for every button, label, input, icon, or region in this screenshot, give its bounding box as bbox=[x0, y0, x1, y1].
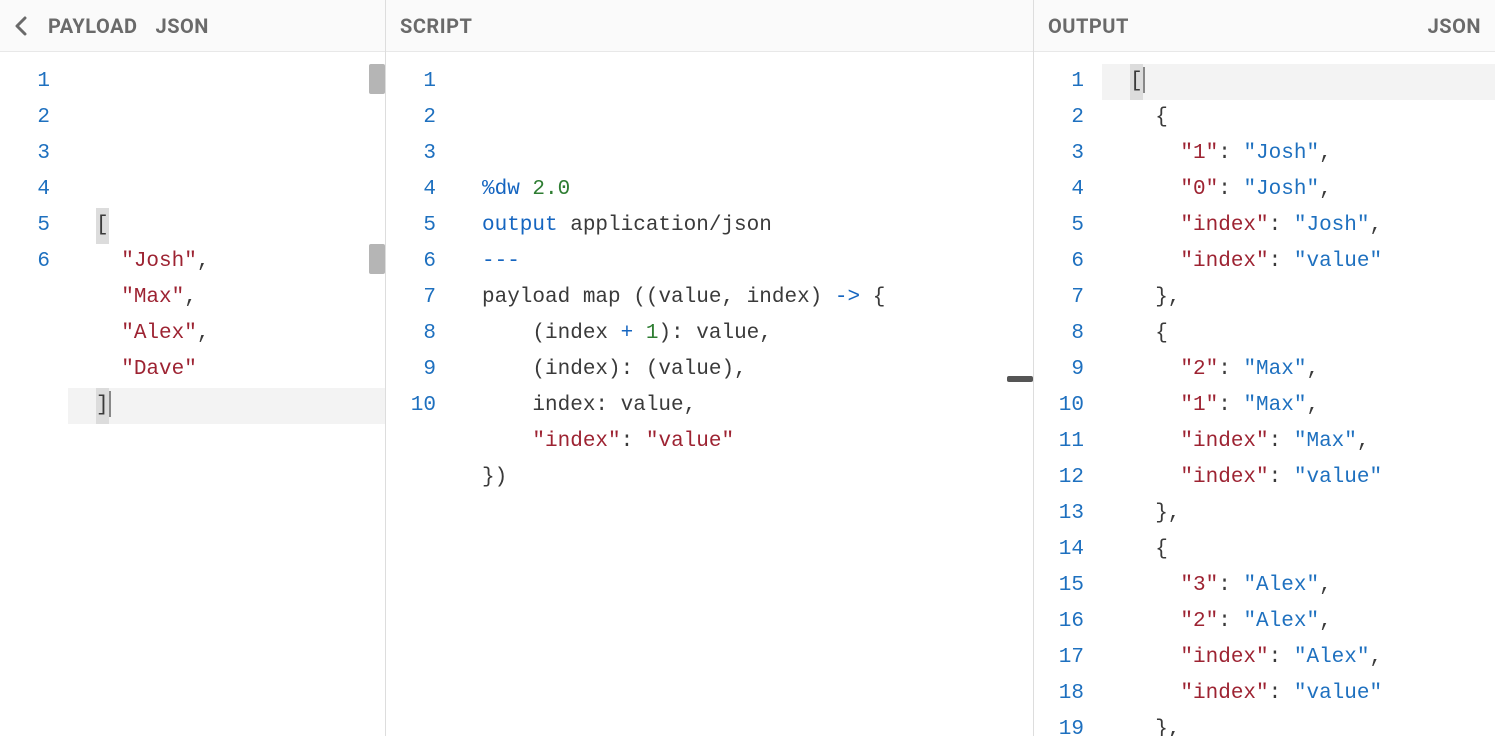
back-icon[interactable] bbox=[14, 16, 28, 36]
code-line[interactable]: }) bbox=[454, 460, 1033, 496]
code-line[interactable]: "index": "value" bbox=[1102, 460, 1495, 496]
payload-format-label[interactable]: JSON bbox=[156, 14, 209, 38]
code-line[interactable]: { bbox=[1102, 532, 1495, 568]
script-code[interactable]: %dw 2.0output application/json---payload… bbox=[454, 52, 1033, 736]
script-editor[interactable]: 12345678910 %dw 2.0output application/js… bbox=[386, 52, 1033, 736]
code-line[interactable]: "index": "Josh", bbox=[1102, 208, 1495, 244]
code-line[interactable]: output application/json bbox=[454, 208, 1033, 244]
code-line[interactable]: "index": "Alex", bbox=[1102, 640, 1495, 676]
code-line[interactable]: "1": "Josh", bbox=[1102, 136, 1495, 172]
code-line[interactable]: "1": "Max", bbox=[1102, 388, 1495, 424]
payload-code[interactable]: [ "Josh", "Max", "Alex", "Dave"] bbox=[68, 52, 385, 736]
scrollbar-thumb[interactable] bbox=[369, 64, 385, 94]
payload-header: PAYLOAD JSON bbox=[0, 0, 385, 52]
script-panel: SCRIPT 12345678910 %dw 2.0output applica… bbox=[386, 0, 1034, 736]
script-gutter: 12345678910 bbox=[386, 52, 454, 736]
code-line[interactable]: "0": "Josh", bbox=[1102, 172, 1495, 208]
output-format-label[interactable]: JSON bbox=[1428, 14, 1481, 38]
output-gutter: 12345678910111213141516171819 bbox=[1034, 52, 1102, 736]
code-line[interactable]: }, bbox=[1102, 496, 1495, 532]
code-line[interactable]: "index": "value" bbox=[1102, 676, 1495, 712]
code-line[interactable]: (index + 1): value, bbox=[454, 316, 1033, 352]
code-line[interactable]: }, bbox=[1102, 280, 1495, 316]
output-code[interactable]: [ { "1": "Josh", "0": "Josh", "index": "… bbox=[1102, 52, 1495, 736]
code-line[interactable]: (index): (value), bbox=[454, 352, 1033, 388]
code-line[interactable]: ] bbox=[68, 388, 385, 424]
code-line[interactable]: %dw 2.0 bbox=[454, 172, 1033, 208]
code-line[interactable]: "index": "Max", bbox=[1102, 424, 1495, 460]
code-line[interactable]: }, bbox=[1102, 712, 1495, 736]
code-line[interactable]: "Max", bbox=[68, 280, 385, 316]
code-line[interactable]: --- bbox=[454, 244, 1033, 280]
payload-editor[interactable]: 123456 [ "Josh", "Max", "Alex", "Dave"] bbox=[0, 52, 385, 736]
code-line[interactable]: { bbox=[1102, 316, 1495, 352]
code-line[interactable]: "3": "Alex", bbox=[1102, 568, 1495, 604]
output-editor[interactable]: 12345678910111213141516171819 [ { "1": "… bbox=[1034, 52, 1495, 736]
code-line[interactable]: "index": "value" bbox=[1102, 244, 1495, 280]
code-line[interactable]: "Josh", bbox=[68, 244, 385, 280]
code-line[interactable]: [ bbox=[68, 208, 385, 244]
code-line[interactable]: payload map ((value, index) -> { bbox=[454, 280, 1033, 316]
code-line[interactable]: "2": "Max", bbox=[1102, 352, 1495, 388]
code-line[interactable]: [ bbox=[1102, 64, 1495, 100]
output-header: OUTPUT JSON bbox=[1034, 0, 1495, 52]
code-line[interactable]: "index": "value" bbox=[454, 424, 1033, 460]
script-title: SCRIPT bbox=[400, 14, 472, 38]
output-title: OUTPUT bbox=[1048, 14, 1129, 38]
payload-gutter: 123456 bbox=[0, 52, 68, 736]
code-line[interactable]: "Alex", bbox=[68, 316, 385, 352]
payload-panel: PAYLOAD JSON 123456 [ "Josh", "Max", "Al… bbox=[0, 0, 386, 736]
code-line[interactable]: "Dave" bbox=[68, 352, 385, 388]
payload-title: PAYLOAD bbox=[48, 14, 138, 38]
script-header: SCRIPT bbox=[386, 0, 1033, 52]
output-panel: OUTPUT JSON 1234567891011121314151617181… bbox=[1034, 0, 1495, 736]
code-line[interactable]: index: value, bbox=[454, 388, 1033, 424]
code-line[interactable]: { bbox=[1102, 100, 1495, 136]
app-container: PAYLOAD JSON 123456 [ "Josh", "Max", "Al… bbox=[0, 0, 1495, 736]
code-line[interactable]: "2": "Alex", bbox=[1102, 604, 1495, 640]
